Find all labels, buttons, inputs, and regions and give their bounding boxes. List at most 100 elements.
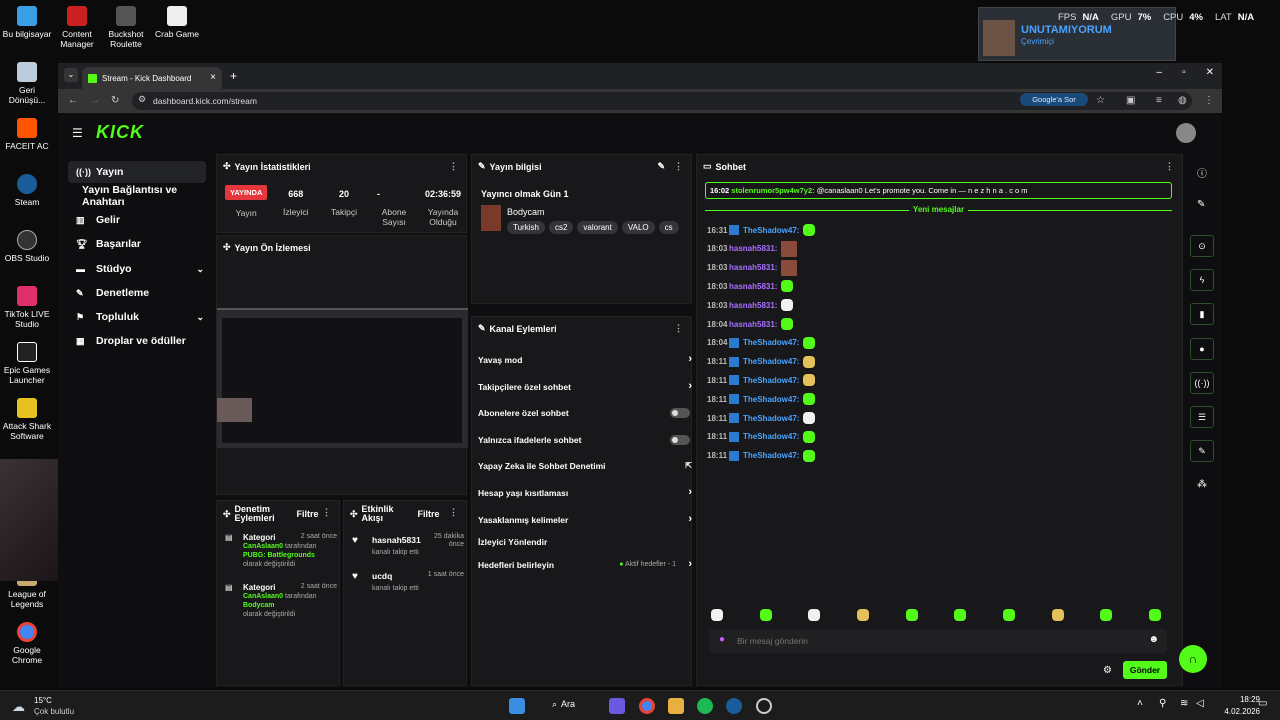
desktop-icon-faceit[interactable]: FACEIT AC xyxy=(0,118,54,151)
desktop-icon-chrome[interactable]: Google Chrome xyxy=(0,622,54,665)
emote-icon[interactable] xyxy=(1148,609,1161,621)
reload-icon[interactable]: ↻ xyxy=(111,95,119,106)
edit-pencil-icon[interactable]: ✎ xyxy=(657,161,665,172)
goals-action[interactable]: Hedefleri belirleyin ● Aktif hedefler - 1… xyxy=(478,558,692,570)
activity-filter[interactable]: Filtre xyxy=(418,509,440,519)
forward-icon[interactable]: → xyxy=(90,95,100,106)
tab-search-button[interactable]: ⌄ xyxy=(64,68,78,82)
message-username[interactable]: TheShadow47: xyxy=(743,414,799,423)
rail-button-layout[interactable]: ☰ xyxy=(1190,406,1214,428)
minimize-icon[interactable]: – xyxy=(1157,67,1163,78)
tag-chip[interactable]: VALO xyxy=(621,221,655,234)
desktop-icon-obs[interactable]: OBS Studio xyxy=(0,230,54,263)
emote-only-toggle[interactable] xyxy=(670,435,690,445)
desktop-icon-steam[interactable]: Steam xyxy=(0,174,54,207)
notification-icon[interactable]: ▭ xyxy=(1258,698,1267,709)
microphone-tray-icon[interactable]: ⚲ xyxy=(1159,698,1166,709)
support-chat-button[interactable]: ∩ xyxy=(1179,645,1207,673)
tag-chip[interactable]: cs xyxy=(658,221,679,234)
subscribers-only-toggle[interactable] xyxy=(670,408,690,418)
message-username[interactable]: hasnah5831: xyxy=(729,282,777,291)
close-window-icon[interactable]: ✕ xyxy=(1206,67,1214,78)
chat-message-input[interactable] xyxy=(737,633,1137,649)
spotify-icon[interactable] xyxy=(697,698,713,714)
tray-chevron-up-icon[interactable]: ˄ xyxy=(1137,698,1143,709)
raid-action[interactable]: İzleyici Yönlendir xyxy=(478,537,688,547)
desktop-icon-tiktok[interactable]: TikTok LIVE Studio xyxy=(0,286,54,329)
message-username[interactable]: TheShadow47: xyxy=(743,357,799,366)
message-username[interactable]: TheShadow47: xyxy=(743,451,799,460)
desktop-icon-buckshot[interactable]: Buckshot Roulette xyxy=(99,6,153,49)
file-explorer-icon[interactable] xyxy=(668,698,684,714)
sidebar-item-stream-key[interactable]: Yayın Bağlantısı ve Anahtarı xyxy=(68,184,218,208)
sidebar-item-studyo[interactable]: ▬ Stüdyo ⌄ xyxy=(68,258,206,280)
more-dots-icon[interactable]: ⋮ xyxy=(322,507,331,518)
emote-icon[interactable] xyxy=(1100,609,1113,621)
desktop-icon-computer[interactable]: Bu bilgisayar xyxy=(0,6,54,39)
send-button[interactable]: Gönder xyxy=(1123,661,1167,679)
microphone-icon[interactable]: ● xyxy=(719,634,725,645)
message-username[interactable]: hasnah5831: xyxy=(729,301,777,310)
share-icon[interactable]: ⁂ xyxy=(1197,479,1207,490)
profile-icon[interactable]: ◍ xyxy=(1178,95,1187,106)
weather-desc[interactable]: Çok bulutlu xyxy=(34,707,74,716)
emote-icon[interactable] xyxy=(905,609,918,621)
rail-button-broadcast[interactable]: ((·)) xyxy=(1190,372,1214,394)
emote-icon[interactable] xyxy=(808,609,821,621)
weather-cloud-icon[interactable]: ☁ xyxy=(12,699,25,715)
close-tab-icon[interactable]: × xyxy=(210,72,216,83)
slow-mode-action[interactable]: Yavaş mod › xyxy=(478,353,692,365)
browser-tab[interactable]: Stream - Kick Dashboard × xyxy=(82,67,222,89)
message-username[interactable]: TheShadow47: xyxy=(743,338,799,347)
rail-button-doc[interactable]: ▮ xyxy=(1190,303,1214,325)
desktop-icon-crab-game[interactable]: Crab Game xyxy=(150,6,204,39)
tag-chip[interactable]: Turkish xyxy=(507,221,545,234)
media-icon[interactable]: ≡ xyxy=(1156,95,1162,106)
ai-moderation-action[interactable]: Yapay Zeka ile Sohbet Denetimi ⇱ xyxy=(478,461,692,471)
desktop-icon-attack-shark[interactable]: Attack Shark Software xyxy=(0,398,54,441)
site-info-icon[interactable]: ⚙ xyxy=(138,94,146,105)
clock-date[interactable]: 4.02.2026 xyxy=(1212,707,1260,716)
sidebar-item-gelir[interactable]: ▥ Gelir xyxy=(68,209,206,231)
info-icon[interactable]: ⓘ xyxy=(1197,165,1207,180)
rail-button-bolt[interactable]: ϟ xyxy=(1190,269,1214,291)
hamburger-menu-icon[interactable]: ☰ xyxy=(72,126,83,140)
rail-button-chat[interactable]: ● xyxy=(1190,338,1214,360)
sidebar-item-yayin[interactable]: ((·)) Yayın xyxy=(68,161,206,183)
sidebar-item-basarilar[interactable]: 🏆︎ Başarılar xyxy=(68,233,206,255)
emote-icon[interactable] xyxy=(856,609,869,621)
new-tab-button[interactable]: + xyxy=(230,69,237,83)
desktop-icon-recycle[interactable]: Geri Dönüşü... xyxy=(0,62,54,105)
banned-words-action[interactable]: Yasaklanmış kelimeler › xyxy=(478,513,692,525)
emote-icon[interactable] xyxy=(711,609,723,621)
emote-icon[interactable] xyxy=(1002,609,1015,621)
clock-time[interactable]: 18:29 xyxy=(1222,695,1260,704)
rail-button-cam[interactable]: ⊙ xyxy=(1190,235,1214,257)
message-username[interactable]: hasnah5831: xyxy=(729,263,777,272)
kick-logo[interactable]: KICK xyxy=(96,122,144,143)
chat-settings-gear-icon[interactable]: ⚙ xyxy=(1103,665,1112,676)
more-dots-icon[interactable]: ⋮ xyxy=(449,161,458,172)
more-dots-icon[interactable]: ⋮ xyxy=(449,507,458,518)
sidebar-item-topluluk[interactable]: ⚑ Topluluk ⌄ xyxy=(68,306,206,328)
tag-chip[interactable]: valorant xyxy=(577,221,618,234)
app-taskbar-icon[interactable] xyxy=(756,698,772,714)
taskbar-search[interactable]: ⌕ Ara xyxy=(552,699,575,710)
emote-icon[interactable] xyxy=(1051,609,1064,621)
avatar[interactable] xyxy=(1176,123,1196,143)
desktop-icon-content-manager[interactable]: Content Manager xyxy=(50,6,104,49)
emote-icon[interactable] xyxy=(954,609,967,621)
menu-dots-icon[interactable]: ⋮ xyxy=(1204,95,1214,106)
sidebar-item-droplar[interactable]: ▦ Droplar ve ödüller xyxy=(68,330,206,352)
bookmark-star-icon[interactable]: ☆ xyxy=(1096,95,1105,106)
desktop-icon-epic[interactable]: Epic Games Launcher xyxy=(0,342,54,385)
maximize-icon[interactable]: ▫ xyxy=(1182,67,1186,78)
followers-only-action[interactable]: Takipçilere özel sohbet › xyxy=(478,380,692,392)
more-dots-icon[interactable]: ⋮ xyxy=(1165,161,1174,172)
steam-taskbar-icon[interactable] xyxy=(726,698,742,714)
message-username[interactable]: hasnah5831: xyxy=(729,244,777,253)
message-username[interactable]: TheShadow47: xyxy=(743,395,799,404)
message-username[interactable]: TheShadow47: xyxy=(743,376,799,385)
message-username[interactable]: TheShadow47: xyxy=(743,226,799,235)
edit-icon[interactable]: ✎ xyxy=(1197,199,1205,210)
